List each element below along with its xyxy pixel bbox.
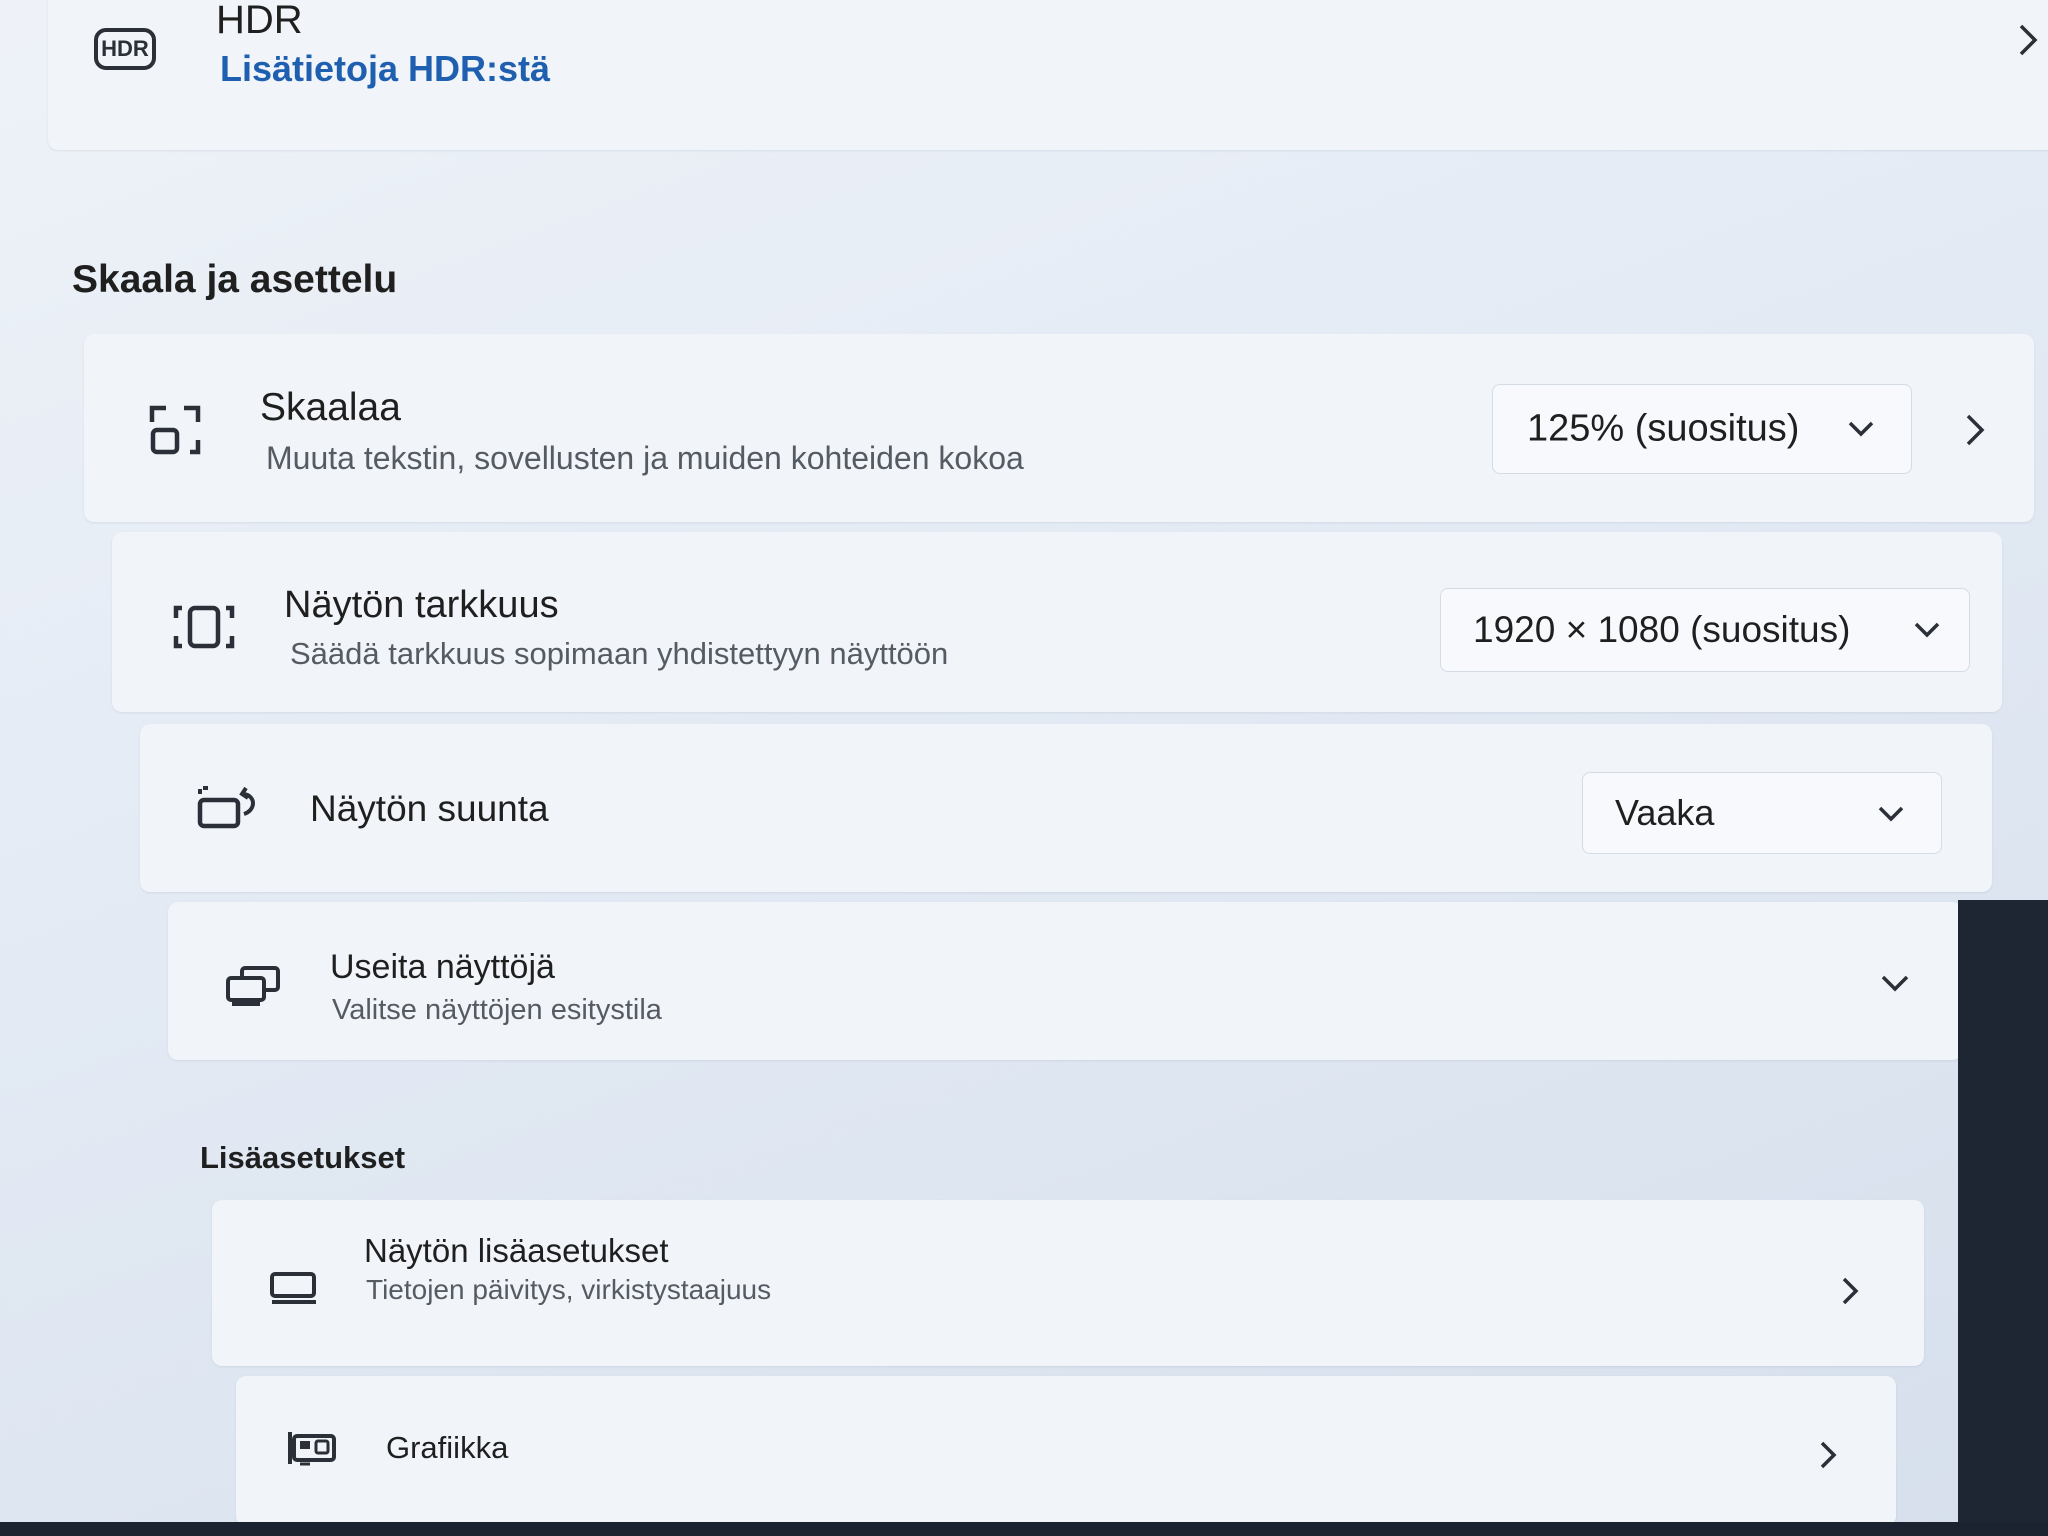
hdr-icon: HDR [94, 28, 156, 70]
hdr-card[interactable]: HDR HDR Lisätietoja HDR:stä [48, 0, 2048, 150]
chevron-down-icon [1848, 421, 1874, 437]
section-title-scale-layout: Skaala ja asettelu [72, 258, 398, 301]
chevron-down-icon[interactable] [1878, 972, 1912, 996]
chevron-down-icon [1878, 806, 1904, 822]
multiple-displays-card[interactable]: Useita näyttöjä Valitse näyttöjen esitys… [168, 902, 1962, 1060]
advanced-display-subtitle: Tietojen päivitys, virkistystaajuus [366, 1274, 772, 1305]
rotate-display-icon [197, 786, 255, 829]
graphics-card[interactable]: Grafiikka [236, 1376, 1896, 1526]
resolution-dropdown[interactable]: 1920 × 1080 (suositus) [1440, 588, 1970, 672]
orientation-dropdown[interactable]: Vaaka [1582, 772, 1942, 854]
chevron-right-icon [2019, 24, 2038, 56]
screen-bezel [1958, 900, 2048, 1536]
advanced-display-title: Näytön lisäasetukset [364, 1232, 669, 1269]
resolution-card[interactable]: Näytön tarkkuus Säädä tarkkuus sopimaan … [112, 532, 2002, 712]
resolution-title: Näytön tarkkuus [284, 584, 559, 626]
screen-bottom-bezel [0, 1522, 2048, 1536]
section-title-advanced: Lisäasetukset [200, 1140, 406, 1175]
multiple-displays-title: Useita näyttöjä [330, 948, 555, 986]
scale-title: Skaalaa [260, 386, 401, 429]
scale-dropdown-value: 125% (suositus) [1527, 407, 1800, 450]
multiple-displays-subtitle: Valitse näyttöjen esitystila [332, 994, 662, 1026]
chevron-right-icon [1820, 1441, 1837, 1469]
multiple-displays-icon [226, 966, 280, 1006]
chevron-right-icon[interactable] [1960, 410, 1990, 450]
chevron-down-icon [1914, 622, 1940, 638]
orientation-dropdown-value: Vaaka [1615, 792, 1715, 833]
hdr-learn-more-link[interactable]: Lisätietoja HDR:stä [220, 48, 550, 90]
advanced-display-card[interactable]: Näytön lisäasetukset Tietojen päivitys, … [212, 1200, 1924, 1366]
hdr-title: HDR [216, 0, 303, 42]
scale-card[interactable]: Skaalaa Muuta tekstin, sovellusten ja mu… [84, 334, 2034, 522]
hdr-badge-text: HDR [101, 36, 149, 61]
graphics-card-icon [288, 1432, 336, 1466]
resolution-icon [173, 605, 235, 649]
resolution-dropdown-value: 1920 × 1080 (suositus) [1473, 609, 1851, 650]
scale-dropdown[interactable]: 125% (suositus) [1492, 384, 1912, 474]
monitor-icon [270, 1272, 316, 1304]
scale-subtitle: Muuta tekstin, sovellusten ja muiden koh… [266, 440, 1024, 476]
chevron-right-icon [1842, 1277, 1859, 1305]
graphics-title: Grafiikka [386, 1430, 509, 1465]
orientation-card[interactable]: Näytön suunta Vaaka [140, 724, 1992, 892]
scale-icon [149, 405, 201, 455]
resolution-subtitle: Säädä tarkkuus sopimaan yhdistettyyn näy… [290, 636, 949, 671]
orientation-title: Näytön suunta [310, 788, 549, 829]
